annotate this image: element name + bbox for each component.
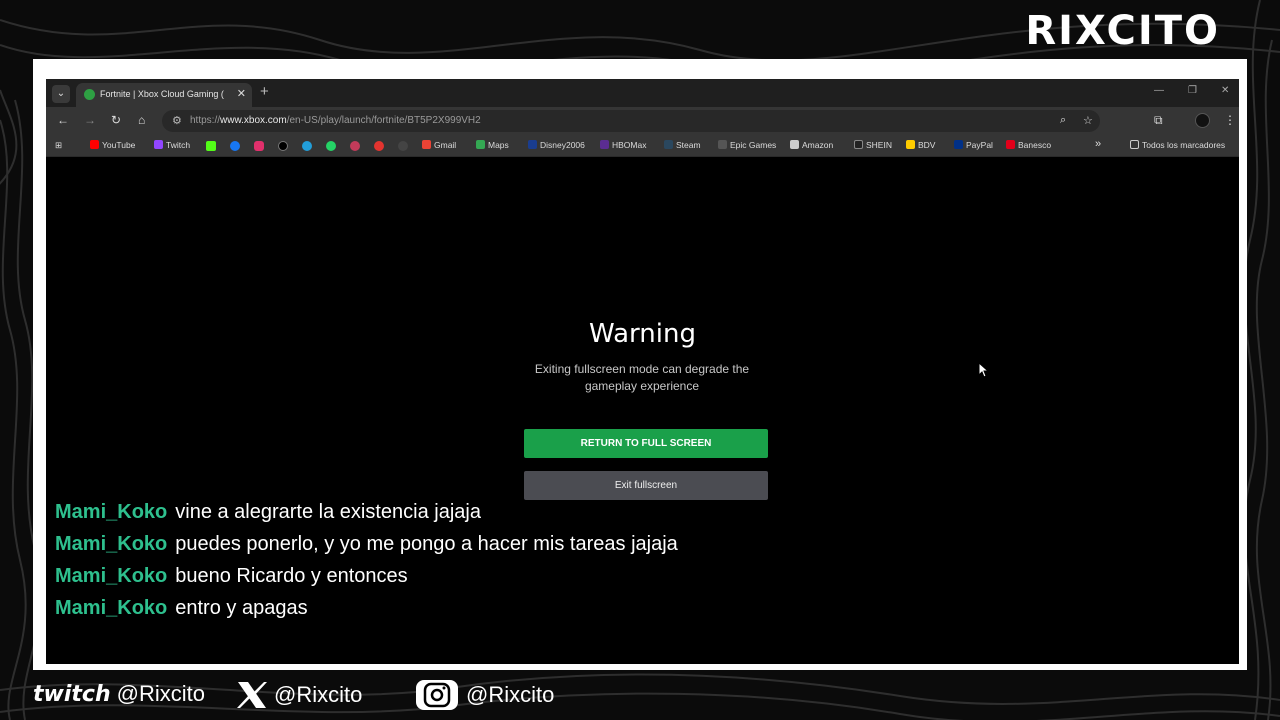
facebook-icon[interactable] xyxy=(230,141,240,151)
address-bar[interactable]: ⚙ https://www.xbox.com/en-US/play/launch… xyxy=(162,110,1100,132)
xbox-favicon-icon xyxy=(84,89,95,100)
twitch-handle: @Rixcito xyxy=(116,681,205,707)
chat-overlay: Mami_Koko vine a alegrarte la existencia … xyxy=(55,500,735,628)
restore-icon[interactable]: ❐ xyxy=(1188,85,1197,96)
paypal-icon xyxy=(954,140,963,149)
twitch-social: twitch @Rixcito xyxy=(33,680,205,710)
bookmark-gmail[interactable]: Gmail xyxy=(422,140,456,150)
close-window-icon[interactable]: ✕ xyxy=(1221,85,1229,96)
apps-grid-icon[interactable]: ⊞ xyxy=(55,140,62,151)
close-tab-icon[interactable]: ✕ xyxy=(237,87,246,100)
amazon-icon xyxy=(790,140,799,149)
chat-text: vine a alegrarte la existencia jajaja xyxy=(175,501,481,523)
x-handle: @Rixcito xyxy=(274,682,363,707)
browser-toolbar: ← → ↻ ⌂ ⚙ https://www.xbox.com/en-US/pla… xyxy=(46,107,1239,135)
chat-message: Mami_Koko vine a alegrarte la existencia … xyxy=(55,500,735,524)
chat-text: entro y apagas xyxy=(175,597,308,619)
bookmark-steam[interactable]: Steam xyxy=(664,140,701,150)
bookmark-banesco[interactable]: Banesco xyxy=(1006,140,1051,150)
chat-message: Mami_Koko bueno Ricardo y entonces xyxy=(55,564,735,588)
zoom-icon[interactable]: ⌕ xyxy=(1060,114,1066,127)
chat-text: puedes ponerlo, y yo me pongo a hacer mi… xyxy=(175,533,678,555)
url-text: https://www.xbox.com/en-US/play/launch/f… xyxy=(190,115,481,126)
bookmark-epic-games[interactable]: Epic Games xyxy=(718,140,776,150)
bookmark-maps[interactable]: Maps xyxy=(476,140,509,150)
all-bookmarks-folder[interactable]: Todos los marcadores xyxy=(1130,140,1225,150)
extensions-icon[interactable]: ⧉ xyxy=(1154,113,1163,128)
chat-username: Mami_Koko xyxy=(55,533,168,555)
bookmark-site-icon[interactable] xyxy=(398,141,408,151)
channel-brand: RIXCITO xyxy=(1025,8,1220,54)
chat-username: Mami_Koko xyxy=(55,597,168,619)
telegram-icon[interactable] xyxy=(302,141,312,151)
bookmark-site-icon[interactable] xyxy=(350,141,360,151)
bookmark-bdv[interactable]: BDV xyxy=(906,140,935,150)
bookmark-star-icon[interactable]: ☆ xyxy=(1083,114,1093,127)
bookmark-disney[interactable]: Disney2006 xyxy=(528,140,585,150)
hbomax-icon xyxy=(600,140,609,149)
mouse-cursor-icon xyxy=(978,362,988,378)
twitch-icon xyxy=(154,140,163,149)
more-bookmarks-button[interactable]: » xyxy=(1095,138,1101,150)
bookmarks-bar: ⊞ YouTube Twitch Gmail Maps Disney2006 H… xyxy=(46,135,1239,157)
bookmark-youtube[interactable]: YouTube xyxy=(90,140,135,150)
bookmark-twitch[interactable]: Twitch xyxy=(154,140,190,150)
bookmark-hbomax[interactable]: HBOMax xyxy=(600,140,646,150)
chat-message: Mami_Koko puedes ponerlo, y yo me pongo a… xyxy=(55,532,735,556)
kick-icon[interactable] xyxy=(206,141,216,151)
chat-text: bueno Ricardo y entonces xyxy=(175,565,408,587)
maps-icon xyxy=(476,140,485,149)
x-social: @Rixcito xyxy=(236,680,362,710)
instagram-icon[interactable] xyxy=(254,141,264,151)
menu-kebab-icon[interactable]: ⋮ xyxy=(1224,113,1236,127)
bookmark-amazon[interactable]: Amazon xyxy=(790,140,833,150)
chat-username: Mami_Koko xyxy=(55,565,168,587)
tab-search-button[interactable]: ⌄ xyxy=(52,85,70,103)
banesco-icon xyxy=(1006,140,1015,149)
stream-overlay: RIXCITO ⌄ Fortnite | Xbox Cloud Gaming (… xyxy=(0,0,1280,720)
reload-icon[interactable]: ↻ xyxy=(111,113,121,127)
x-icon[interactable] xyxy=(278,141,288,151)
minimize-icon[interactable]: — xyxy=(1154,85,1164,96)
epic-games-icon xyxy=(718,140,727,149)
steam-icon xyxy=(664,140,673,149)
chat-message: Mami_Koko entro y apagas xyxy=(55,596,735,620)
x-logo-icon xyxy=(237,682,267,708)
bookmark-shein[interactable]: SHEIN xyxy=(854,140,892,150)
gmail-icon xyxy=(422,140,431,149)
youtube-icon xyxy=(90,140,99,149)
home-icon[interactable]: ⌂ xyxy=(138,113,145,127)
instagram-logo-icon xyxy=(416,680,458,710)
bdv-icon xyxy=(906,140,915,149)
warning-message: Exiting fullscreen mode can degrade the … xyxy=(534,362,750,393)
folder-icon xyxy=(1130,140,1139,149)
return-to-full-screen-button[interactable]: RETURN TO FULL SCREEN xyxy=(524,429,768,458)
chat-username: Mami_Koko xyxy=(55,501,168,523)
disney-icon xyxy=(528,140,537,149)
bookmark-paypal[interactable]: PayPal xyxy=(954,140,993,150)
twitch-logo-icon: twitch xyxy=(33,681,111,707)
warning-title: Warning xyxy=(589,319,696,349)
bookmark-site-icon[interactable] xyxy=(374,141,384,151)
forward-icon[interactable]: → xyxy=(84,113,96,127)
exit-fullscreen-button[interactable]: Exit fullscreen xyxy=(524,471,768,500)
tab-title: Fortnite | Xbox Cloud Gaming ( xyxy=(100,89,224,99)
instagram-handle: @Rixcito xyxy=(466,682,555,707)
back-icon[interactable]: ← xyxy=(57,113,69,127)
instagram-social: @Rixcito xyxy=(414,680,554,710)
site-info-icon[interactable]: ⚙ xyxy=(172,114,182,127)
new-tab-button[interactable]: + xyxy=(260,83,269,100)
profile-avatar[interactable] xyxy=(1195,113,1210,128)
tab-strip: ⌄ Fortnite | Xbox Cloud Gaming ( ✕ + — ❐… xyxy=(46,79,1239,107)
shein-icon xyxy=(854,140,863,149)
tab-active[interactable]: Fortnite | Xbox Cloud Gaming ( ✕ xyxy=(76,83,252,107)
whatsapp-icon[interactable] xyxy=(326,141,336,151)
